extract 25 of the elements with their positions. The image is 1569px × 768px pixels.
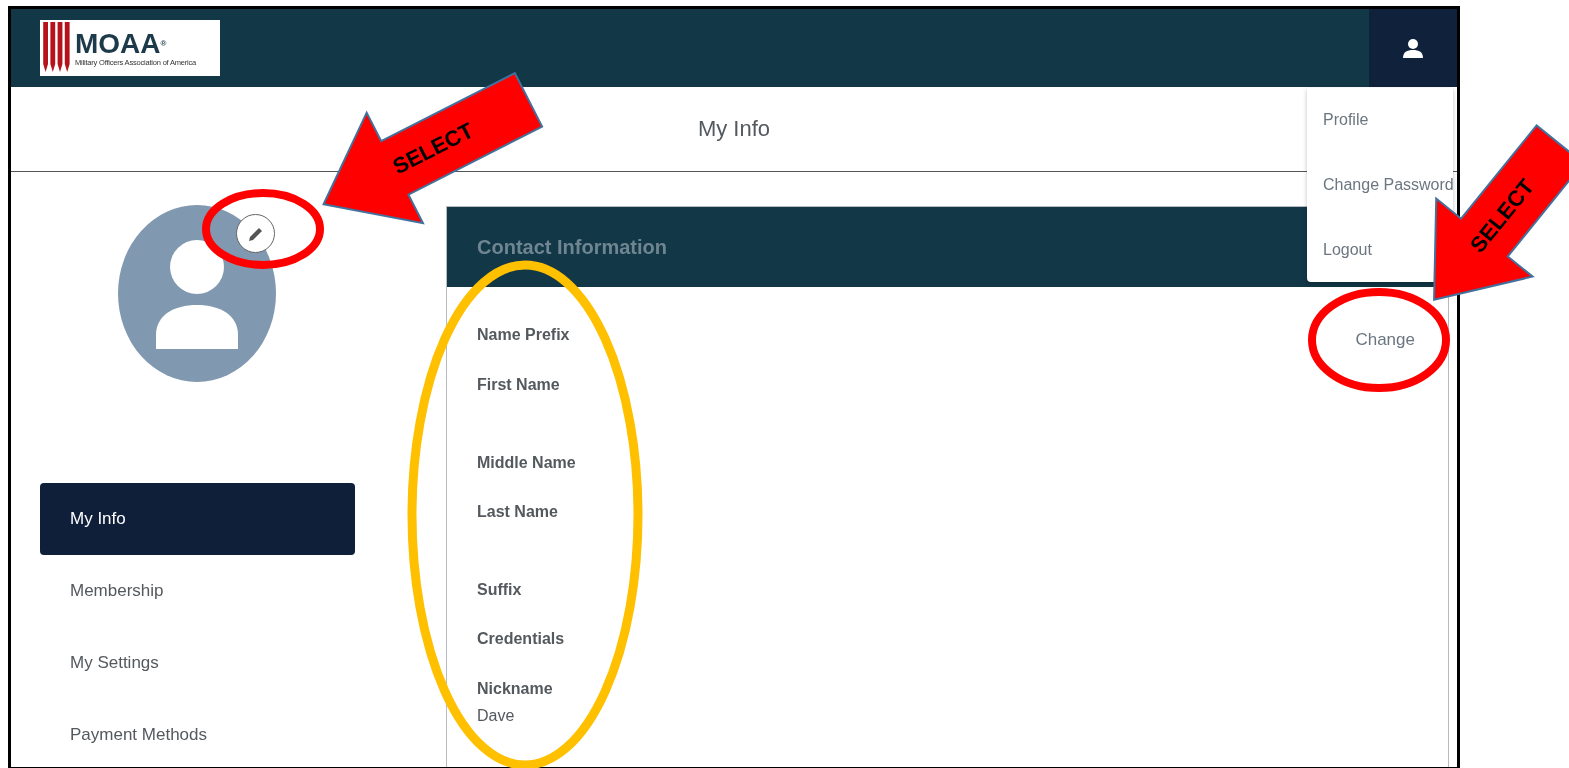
field-label: Suffix xyxy=(477,580,523,600)
sidebar-item[interactable]: Membership xyxy=(40,555,355,627)
field-label: Name Prefix xyxy=(477,325,571,345)
logo-wordmark: MOAA® xyxy=(75,29,168,58)
field-label: Nickname xyxy=(477,679,554,699)
sidebar-item[interactable]: My Info xyxy=(40,483,355,555)
field-value: Dave xyxy=(477,706,516,726)
page-title: My Info xyxy=(697,116,771,142)
card-title: Contact Information xyxy=(477,235,667,259)
field-label: Credentials xyxy=(477,629,566,649)
menu-item[interactable]: Change Password xyxy=(1323,176,1454,194)
sidebar-item[interactable]: Payment Methods xyxy=(40,699,355,767)
menu-item[interactable]: Profile xyxy=(1323,111,1369,130)
change-link[interactable]: Change xyxy=(1355,330,1415,726)
field-label: Middle Name xyxy=(477,453,576,473)
user-silhouette-icon xyxy=(156,238,238,349)
field-label: Last Name xyxy=(477,502,559,522)
menu-item[interactable]: Logout xyxy=(1323,240,1372,259)
user-icon xyxy=(1403,38,1423,58)
edit-photo-button[interactable] xyxy=(236,214,275,253)
pencil-icon xyxy=(247,225,264,242)
field-label: First Name xyxy=(477,375,561,395)
stripes-icon xyxy=(42,22,72,74)
sidebar-item[interactable]: My Settings xyxy=(40,627,355,699)
user-menu-button[interactable] xyxy=(1369,9,1457,87)
